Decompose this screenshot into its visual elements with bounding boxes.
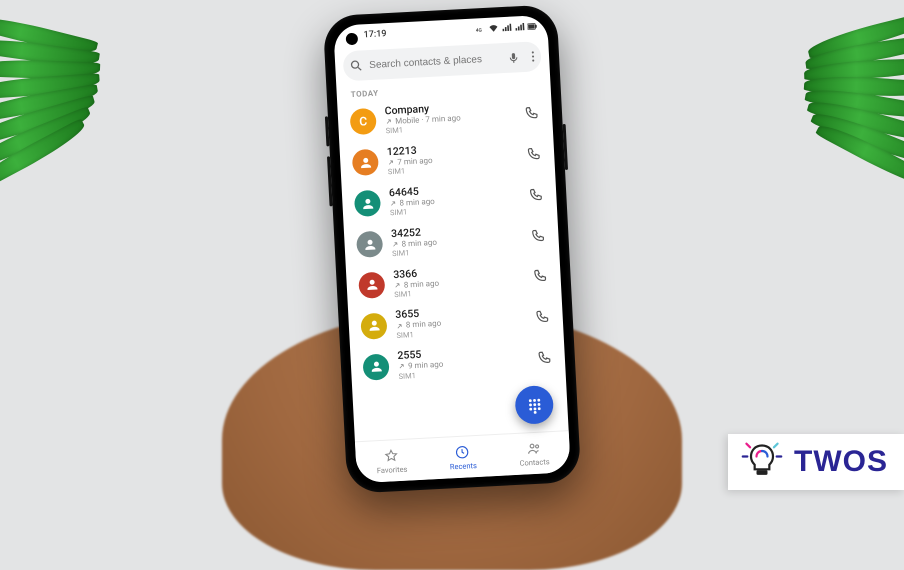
mic-icon[interactable]: [507, 48, 521, 67]
call-button[interactable]: [522, 142, 545, 165]
avatar-person-icon: [358, 272, 385, 299]
search-input[interactable]: [369, 53, 501, 71]
lightbulb-icon: [740, 440, 784, 484]
call-info: 25559 min agoSIM1: [397, 344, 524, 381]
avatar-letter: C: [350, 108, 377, 135]
watermark-text: TWOS: [794, 445, 888, 479]
search-icon: [349, 56, 364, 75]
nav-label: Favorites: [377, 464, 408, 475]
call-info: 342528 min agoSIM1: [391, 221, 518, 258]
star-icon: [383, 448, 399, 464]
battery-icon: [527, 22, 537, 31]
call-info: 33668 min agoSIM1: [393, 262, 520, 299]
avatar-person-icon: [354, 190, 381, 217]
call-info: CompanyMobile · 7 min agoSIM1: [384, 99, 511, 136]
nav-label: Contacts: [519, 457, 550, 468]
overflow-menu-icon[interactable]: [526, 47, 541, 66]
volte-icon: 4G: [475, 25, 485, 34]
call-button[interactable]: [519, 102, 542, 125]
call-info: 646458 min agoSIM1: [389, 180, 516, 217]
nav-contacts[interactable]: Contacts: [497, 431, 570, 476]
nav-favorites[interactable]: Favorites: [355, 439, 428, 484]
call-button[interactable]: [528, 265, 551, 288]
nav-recents[interactable]: Recents: [426, 435, 499, 480]
signal-icon-2: [514, 23, 524, 32]
avatar-person-icon: [360, 312, 387, 339]
call-info: 122137 min agoSIM1: [387, 140, 514, 177]
avatar-person-icon: [362, 353, 389, 380]
status-time: 17:19: [363, 29, 386, 40]
call-button[interactable]: [530, 306, 553, 329]
call-button[interactable]: [524, 183, 547, 206]
wifi-icon: [488, 24, 498, 33]
call-button[interactable]: [532, 346, 555, 369]
watermark: TWOS: [728, 434, 904, 490]
contacts-icon: [526, 440, 542, 456]
signal-icon: [501, 24, 511, 33]
nav-label: Recents: [450, 461, 477, 471]
avatar-person-icon: [352, 149, 379, 176]
call-info: 36558 min agoSIM1: [395, 303, 522, 340]
call-button[interactable]: [526, 224, 549, 247]
clock-icon: [455, 444, 471, 460]
svg-text:4G: 4G: [476, 28, 482, 34]
search-bar[interactable]: [343, 41, 542, 81]
avatar-person-icon: [356, 231, 383, 258]
phone-screen: 17:19 4G TODAY CCompanyMobile · 7 m: [333, 15, 571, 484]
dialpad-icon: [525, 396, 543, 414]
phone-frame: 17:19 4G TODAY CCompanyMobile · 7 m: [323, 4, 582, 494]
